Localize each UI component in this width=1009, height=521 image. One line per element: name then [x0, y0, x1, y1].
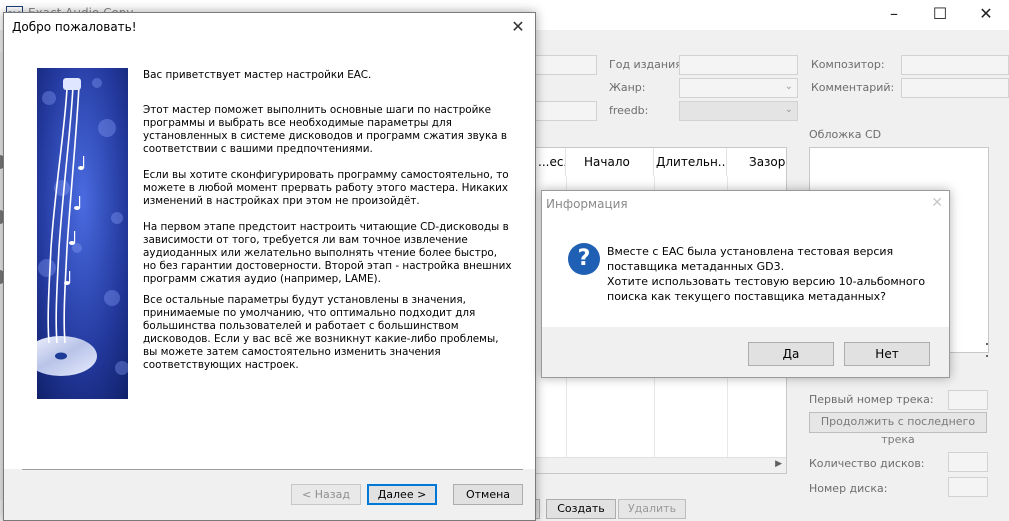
next-button[interactable]: Далее >	[367, 484, 437, 505]
column-header-gap[interactable]: Зазор	[727, 148, 786, 176]
delete-button[interactable]: Удалить	[618, 499, 686, 519]
wizard-body: Вас приветствует мастер настройки EAC. Э…	[4, 43, 535, 520]
wizard-separator	[22, 469, 523, 470]
cover-label: Обложка CD	[809, 128, 882, 141]
chevron-down-icon: ⌄	[784, 81, 793, 92]
scroll-right-icon[interactable]: ▶	[775, 459, 782, 469]
artist-field-partial[interactable]	[534, 101, 597, 121]
genre-label: Жанр:	[609, 81, 646, 94]
wizard-close-button[interactable]: ✕	[501, 13, 535, 43]
composer-field[interactable]	[901, 55, 1009, 75]
dot-decoration	[986, 343, 988, 345]
maximize-button[interactable]: ☐	[917, 0, 963, 30]
create-button[interactable]: Создать	[546, 499, 616, 519]
column-header-title[interactable]: ...ес...	[535, 148, 566, 176]
freedb-label: freedb:	[609, 104, 649, 117]
horizontal-scrollbar[interactable]: ▶	[535, 457, 786, 473]
wizard-title: Добро пожаловать!	[12, 20, 137, 34]
wizard-paragraph: Вас приветствует мастер настройки EAC.	[143, 69, 372, 81]
yes-button[interactable]: Да	[748, 342, 834, 366]
continue-from-last-track-button[interactable]: Продолжить с последнего трека	[809, 412, 987, 446]
welcome-wizard-dialog: Добро пожаловать! ✕ Вас приветствует мас…	[3, 12, 536, 521]
wizard-paragraph: На первом этапе предстоит настроить чита…	[143, 221, 512, 285]
info-message: Вместе с EAC была установлена тестовая в…	[607, 244, 937, 304]
question-icon: ?	[568, 243, 600, 275]
info-title: Информация	[546, 197, 628, 211]
comment-field[interactable]	[901, 78, 1009, 98]
first-track-label: Первый номер трека:	[809, 393, 934, 406]
info-close-button[interactable]: ✕	[931, 195, 943, 211]
title-field-partial[interactable]	[534, 55, 597, 75]
year-label: Год издания:	[609, 58, 686, 71]
close-main-button[interactable]: ✕	[963, 0, 1009, 30]
column-header-start[interactable]: Начало	[566, 148, 654, 176]
freedb-combobox[interactable]: ⌄	[679, 101, 798, 121]
composer-label: Композитор:	[811, 58, 885, 71]
comment-label: Комментарий:	[811, 81, 895, 94]
chevron-down-icon: ⌄	[784, 104, 793, 115]
dot-decoration	[986, 355, 988, 357]
year-field[interactable]	[679, 55, 798, 75]
wizard-paragraph: Все остальные параметры будут установлен…	[143, 294, 499, 371]
guitar-cd-illustration	[37, 68, 128, 399]
cancel-button[interactable]: Отмена	[453, 484, 523, 505]
information-dialog: Информация ✕ ? Вместе с EAC была установ…	[541, 190, 950, 378]
wizard-text: Вас приветствует мастер настройки EAC. Э…	[143, 69, 513, 385]
wizard-paragraph: Если вы хотите сконфигурировать программ…	[143, 169, 509, 207]
disc-count-field[interactable]	[948, 452, 988, 472]
disc-count-label: Количество дисков:	[809, 457, 925, 470]
genre-combobox[interactable]: ⌄	[679, 78, 798, 98]
info-message-line: поиска как текущего поставщика метаданны…	[607, 290, 886, 303]
column-header-length[interactable]: Длительн...	[654, 148, 727, 176]
wizard-paragraph: Этот мастер поможет выполнить основные ш…	[143, 104, 508, 155]
disc-number-label: Номер диска:	[809, 482, 888, 495]
info-message-line: Вместе с EAC была установлена тестовая в…	[607, 245, 894, 258]
info-message-line: Хотите использовать тестовую версию 10-а…	[607, 275, 926, 288]
minimize-button[interactable]: –	[871, 0, 917, 30]
info-message-line: поставщика метаданных GD3.	[607, 260, 785, 273]
no-button[interactable]: Нет	[844, 342, 930, 366]
first-track-field[interactable]	[948, 390, 988, 410]
back-button[interactable]: < Назад	[291, 484, 361, 505]
disc-number-field[interactable]	[948, 477, 988, 497]
